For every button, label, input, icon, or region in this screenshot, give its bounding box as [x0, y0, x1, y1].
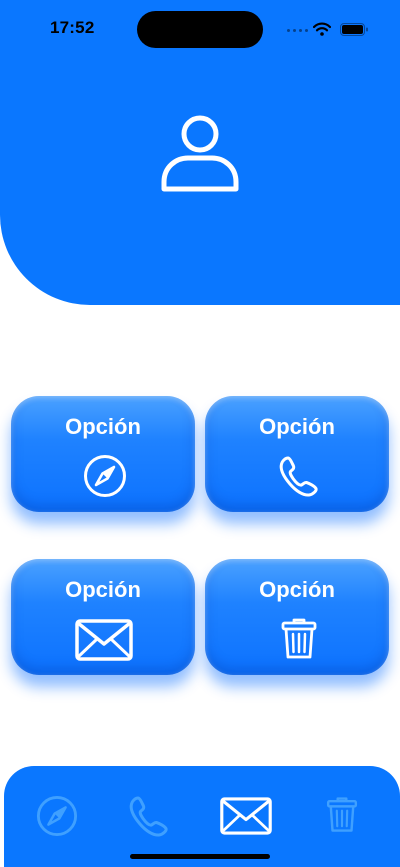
- home-indicator[interactable]: [130, 854, 270, 859]
- option-compass-button[interactable]: Opción: [11, 396, 195, 512]
- status-bar: 17:52: [0, 0, 400, 54]
- dynamic-island: [137, 11, 263, 48]
- tab-mail[interactable]: [220, 797, 272, 835]
- person-icon[interactable]: [160, 113, 240, 193]
- option-label: Opción: [65, 577, 141, 602]
- phone-icon: [279, 456, 318, 497]
- trash-icon: [281, 618, 317, 659]
- envelope-icon: [75, 619, 133, 661]
- envelope-icon: [220, 797, 272, 835]
- tab-phone[interactable]: [127, 794, 171, 838]
- cellular-signal-icon: [287, 29, 308, 32]
- option-mail-button[interactable]: Opción: [11, 559, 195, 675]
- tab-compass[interactable]: [36, 795, 78, 837]
- battery-icon: [340, 23, 368, 36]
- wifi-icon: [313, 22, 331, 36]
- status-time: 17:52: [50, 18, 95, 37]
- option-phone-button[interactable]: Opción: [205, 396, 389, 512]
- compass-icon: [36, 795, 78, 837]
- option-label: Opción: [65, 414, 141, 439]
- option-label: Opción: [259, 577, 335, 602]
- compass-icon: [84, 455, 126, 497]
- tab-trash[interactable]: [323, 794, 361, 836]
- phone-icon: [129, 796, 168, 837]
- trash-icon: [326, 797, 358, 832]
- option-trash-button[interactable]: Opción: [205, 559, 389, 675]
- option-label: Opción: [259, 414, 335, 439]
